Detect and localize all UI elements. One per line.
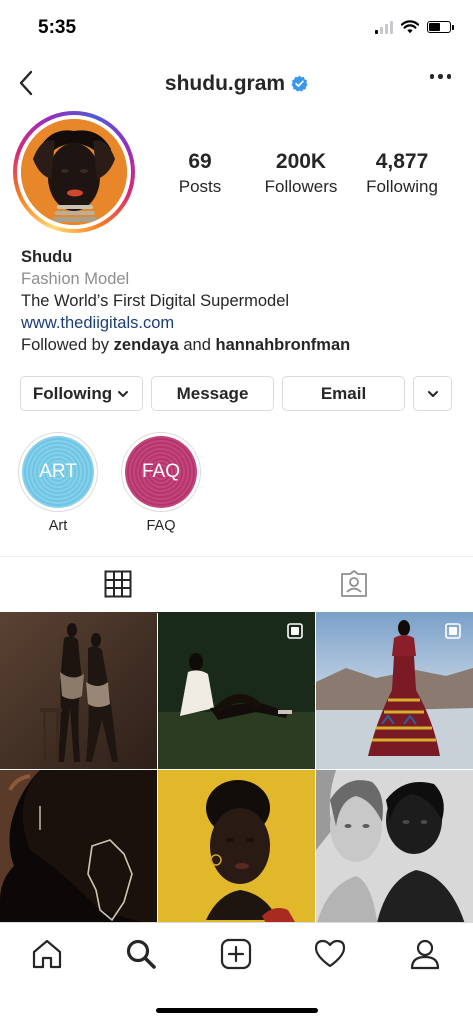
email-button[interactable]: Email [282, 376, 405, 411]
followed-by-user[interactable]: zendaya [114, 336, 179, 354]
following-count: 4,877 [375, 150, 429, 173]
new-post-icon [220, 938, 252, 970]
profile-header: shudu.gram [0, 60, 473, 106]
profile-tabs [0, 556, 473, 613]
activity-heart-icon [314, 939, 346, 968]
highlight-label: FAQ [146, 518, 176, 534]
followed-by[interactable]: Followed by zendaya and hannahbronfman [21, 334, 461, 356]
username: shudu.gram [164, 72, 286, 95]
stat-posts[interactable]: 69 Posts [160, 150, 240, 197]
verified-badge-icon [291, 75, 308, 92]
followed-by-prefix: Followed by [21, 336, 110, 354]
highlight-cover-text: ART [39, 461, 77, 482]
profile-category: Fashion Model [21, 270, 130, 288]
chevron-down-icon [118, 390, 129, 397]
stat-following[interactable]: 4,877 Following [358, 150, 446, 197]
profile-avatar [21, 119, 127, 225]
following-button[interactable]: Following [20, 376, 143, 411]
website-link[interactable]: www.thediigitals.com [21, 312, 461, 334]
search-tab[interactable] [124, 937, 158, 971]
message-button-label: Message [176, 383, 249, 403]
post-thumbnail[interactable] [316, 612, 473, 769]
profile-name: Shudu [21, 248, 73, 266]
following-button-label: Following [32, 383, 113, 403]
profile-stats: 69 Posts 200K Followers 4,877 Following [160, 150, 460, 200]
message-button[interactable]: Message [151, 376, 274, 411]
grid-icon [104, 570, 132, 598]
home-tab[interactable] [30, 937, 64, 971]
profile-icon [410, 939, 440, 970]
posts-label: Posts [178, 177, 222, 196]
status-bar: 5:35 [0, 0, 473, 56]
status-icons [375, 20, 454, 34]
new-post-tab[interactable] [219, 937, 253, 971]
post-thumbnail[interactable] [158, 770, 315, 927]
suggested-dropdown-button[interactable] [413, 376, 452, 411]
highlight-cover-text: FAQ [141, 461, 180, 482]
followed-by-user[interactable]: hannahbronfman [215, 336, 350, 354]
following-label: Following [366, 177, 438, 196]
email-button-label: Email [320, 383, 367, 403]
post-thumbnail[interactable] [0, 612, 157, 769]
posts-count: 69 [188, 150, 212, 173]
followers-label: Followers [264, 177, 338, 196]
more-horizontal-icon [429, 74, 434, 79]
highlight-label: Art [48, 518, 68, 534]
followers-count: 200K [275, 150, 327, 173]
tagged-icon [341, 570, 367, 597]
highlight-faq[interactable]: FAQ FAQ [120, 432, 202, 534]
wifi-icon [401, 20, 419, 34]
bio-text: The World’s First Digital Supermodel [21, 292, 290, 310]
profile-bio: Shudu Fashion Model The World’s First Di… [21, 246, 461, 356]
highlight-cover: FAQ [125, 436, 197, 508]
tab-grid[interactable] [0, 557, 236, 611]
stat-followers[interactable]: 200K Followers [255, 150, 347, 197]
post-thumbnail[interactable] [316, 770, 473, 927]
search-icon [126, 939, 156, 969]
story-ring[interactable] [13, 111, 135, 233]
home-icon [32, 939, 62, 969]
more-options-button[interactable] [429, 74, 451, 79]
followed-by-joiner: and [183, 336, 211, 354]
post-thumbnail[interactable] [0, 770, 157, 927]
chevron-down-icon [427, 390, 438, 397]
username-title: shudu.gram [0, 72, 473, 96]
post-thumbnail[interactable] [158, 612, 315, 769]
home-indicator [156, 1008, 318, 1013]
tab-tagged[interactable] [236, 557, 472, 611]
profile-tab[interactable] [408, 937, 442, 971]
highlight-art[interactable]: ART Art [17, 432, 99, 534]
highlight-cover: ART [22, 436, 94, 508]
status-time: 5:35 [38, 17, 77, 38]
cellular-signal-icon [375, 20, 393, 34]
battery-icon [427, 21, 454, 33]
activity-tab[interactable] [313, 937, 347, 971]
